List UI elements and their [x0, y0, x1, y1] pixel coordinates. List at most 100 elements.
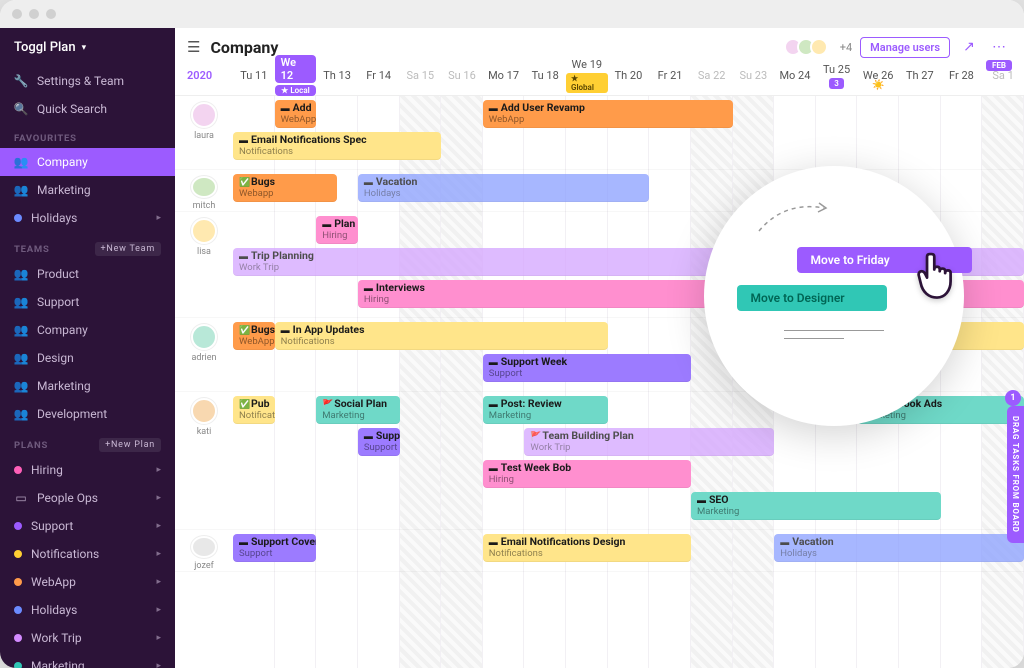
task-bar[interactable]: ▬Add WebApp	[275, 100, 317, 128]
sidebar-plan-item[interactable]: Marketing▸	[0, 652, 175, 668]
manage-users-button[interactable]: Manage users	[860, 37, 950, 58]
task-bar[interactable]: ▬Email Notifications Spec Notifications	[233, 132, 441, 160]
check-icon: ✅	[239, 399, 249, 409]
timeline-body[interactable]: laura ▬Add WebApp ▬Add User Revamp WebAp…	[175, 96, 1024, 668]
sidebar-plan-item[interactable]: Notifications▸	[0, 540, 175, 568]
sidebar-team-item[interactable]: 👥Marketing	[0, 372, 175, 400]
board-icon: ▭	[14, 491, 28, 505]
day-header-cell[interactable]: We 26 ☀️	[857, 62, 899, 89]
task-bar[interactable]: ✅Bugs Webapp	[233, 174, 337, 202]
person-row: laura ▬Add WebApp ▬Add User Revamp WebAp…	[175, 96, 1024, 170]
person-cell[interactable]: kati	[175, 392, 233, 529]
sidebar-team-item[interactable]: 👥Company	[0, 316, 175, 344]
person-lanes[interactable]: ▬Add WebApp ▬Add User Revamp WebApp ▬Ema…	[233, 96, 1024, 169]
sidebar-settings[interactable]: 🔧Settings & Team	[0, 67, 175, 95]
person-cell[interactable]: jozef	[175, 530, 233, 571]
sidebar-plan-item[interactable]: Holidays▸	[0, 596, 175, 624]
avatar	[191, 176, 217, 198]
day-header-cell[interactable]: Th 20	[608, 62, 650, 89]
person-cell[interactable]: laura	[175, 96, 233, 169]
task-bar[interactable]: ▬Support Cover Support	[233, 534, 316, 562]
person-lanes[interactable]: ▬Support Cover Support ▬Email Notificati…	[233, 530, 1024, 580]
sidebar-plan-item[interactable]: Work Trip▸	[0, 624, 175, 652]
brand-switcher[interactable]: Toggl Plan	[0, 28, 175, 67]
day-header-cell[interactable]: Sa 22	[691, 62, 733, 89]
task-bar[interactable]: ▬Vacation Holidays	[358, 174, 649, 202]
day-badge: 3	[829, 78, 844, 89]
day-header-cell[interactable]: Mo 24	[774, 62, 816, 89]
task-title: 🚩Social Plan	[322, 398, 393, 410]
sidebar-team-item[interactable]: 👥Design	[0, 344, 175, 372]
day-header-cell[interactable]: Fr 14	[358, 62, 400, 89]
task-bar[interactable]: ✅Pub Notifications	[233, 396, 275, 424]
sidebar-team-item[interactable]: 👥Support	[0, 288, 175, 316]
task-bar[interactable]: ▬Email Notifications Design Notification…	[483, 534, 691, 562]
sidebar-fav-company[interactable]: 👥Company	[0, 148, 175, 176]
menu-icon[interactable]: ☰	[187, 38, 200, 56]
bar-icon: ▬	[489, 399, 499, 409]
date-header: 2020 Tu 11 We 12 ★ Local Th 13 Fr 14	[175, 62, 1024, 96]
add-team-button[interactable]: +New Team	[95, 242, 161, 256]
day-header-cell[interactable]: Fr 21	[649, 62, 691, 89]
sidebar-plan-item[interactable]: Hiring▸	[0, 456, 175, 484]
drag-from-board-tab[interactable]: DRAG TASKS FROM BOARD	[1007, 406, 1024, 543]
year-label[interactable]: 2020	[187, 69, 233, 82]
day-header-cell[interactable]: Su 16	[441, 62, 483, 89]
sidebar-plan-item[interactable]: Support▸	[0, 512, 175, 540]
add-plan-button[interactable]: +New Plan	[99, 438, 161, 452]
bar-icon: ▬	[364, 431, 374, 441]
day-header-cell[interactable]: Sa 15	[400, 62, 442, 89]
hint-move-designer[interactable]: Move to Designer	[737, 285, 887, 311]
day-header-cell[interactable]: Tu 25 3	[816, 62, 858, 89]
task-bar[interactable]: 🚩Team Building Plan Work Trip	[524, 428, 774, 456]
plan-dot-icon	[14, 606, 22, 614]
day-header-cell[interactable]: Tu 11	[233, 62, 275, 89]
member-avatars[interactable]	[789, 38, 828, 56]
task-bar[interactable]: 🚩Social Plan Marketing	[316, 396, 399, 424]
task-subtitle: Marketing	[322, 410, 393, 422]
chevron-right-icon: ▸	[156, 465, 161, 475]
day-header-cell[interactable]: Th 27	[899, 62, 941, 89]
person-cell[interactable]: adrien	[175, 318, 233, 391]
sidebar-team-item[interactable]: 👥Development	[0, 400, 175, 428]
task-title: ▬Plan	[322, 218, 352, 230]
sidebar-fav-marketing[interactable]: 👥Marketing	[0, 176, 175, 204]
task-bar[interactable]: ▬Test Week Bob Hiring	[483, 460, 691, 488]
task-bar[interactable]: ▬Add User Revamp WebApp	[483, 100, 733, 128]
sidebar-item-label: Company	[37, 155, 88, 169]
wrench-icon: 🔧	[14, 74, 28, 88]
sidebar-search[interactable]: 🔍Quick Search	[0, 95, 175, 123]
person-lanes[interactable]: ✅Pub Notifications 🚩Social Plan Marketin…	[233, 392, 1024, 529]
task-title: ▬Support	[364, 430, 394, 442]
hint-move-friday[interactable]: Move to Friday	[797, 247, 972, 273]
sidebar-team-item[interactable]: 👥Product	[0, 260, 175, 288]
task-bar[interactable]: ▬Support Support	[358, 428, 400, 456]
share-icon[interactable]: ↗	[958, 36, 980, 58]
plan-dot-icon	[14, 214, 22, 222]
task-bar[interactable]: ▬Vacation Holidays	[774, 534, 1024, 562]
day-header-cell[interactable]: Mo 17	[483, 62, 525, 89]
avatar	[191, 536, 217, 558]
day-header-cell[interactable]: Sa 1	[982, 62, 1024, 89]
person-cell[interactable]: mitch	[175, 170, 233, 211]
task-bar[interactable]: ▬Post: Review Marketing	[483, 396, 608, 424]
more-icon[interactable]: ⋯	[988, 36, 1010, 58]
sidebar-fav-holidays[interactable]: Holidays▸	[0, 204, 175, 232]
sidebar-plan-item[interactable]: ▭People Ops▸	[0, 484, 175, 512]
task-bar[interactable]: ✅Bugs WebApp	[233, 322, 275, 350]
day-header-cell[interactable]: Su 23	[733, 62, 775, 89]
task-subtitle: Webapp	[239, 188, 331, 200]
day-header-cell[interactable]: We 19 ★ Global	[566, 62, 608, 89]
sidebar-plan-item[interactable]: WebApp▸	[0, 568, 175, 596]
task-bar[interactable]: ▬In App Updates Notifications	[275, 322, 608, 350]
day-header-cell[interactable]: Fr 28	[941, 62, 983, 89]
person-cell[interactable]: lisa	[175, 212, 233, 317]
task-bar[interactable]: ▬Plan Hiring	[316, 216, 358, 244]
day-header-cell[interactable]: Tu 18	[524, 62, 566, 89]
task-title: ✅Pub	[239, 398, 269, 410]
task-bar[interactable]: ▬Support Week Support	[483, 354, 691, 382]
day-header-cell[interactable]: We 12 ★ Local	[275, 62, 317, 89]
day-header-cell[interactable]: Th 13	[316, 62, 358, 89]
task-bar[interactable]: ▬SEO Marketing	[691, 492, 941, 520]
bar-icon: ▬	[239, 135, 249, 145]
